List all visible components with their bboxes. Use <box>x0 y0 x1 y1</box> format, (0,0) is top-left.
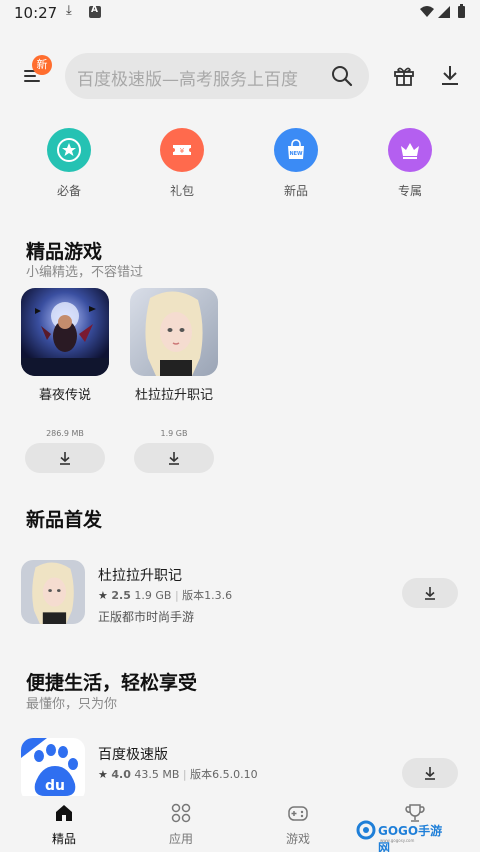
category-label: 新品 <box>283 184 308 198</box>
search-placeholder: 百度极速版—高考服务上百度 <box>77 70 298 90</box>
status-signal-battery-icons <box>418 4 468 24</box>
search-box[interactable]: 百度极速版—高考服务上百度 <box>65 53 369 99</box>
svg-text:¥: ¥ <box>180 147 185 155</box>
app-title[interactable]: 百度极速版 <box>98 744 168 764</box>
game-card[interactable]: 暮夜传说 <box>20 288 110 403</box>
download-icon <box>425 767 435 780</box>
category-exclusive[interactable]: 专属 <box>365 128 455 199</box>
app-version: 版本1.3.6 <box>182 589 233 602</box>
status-app-icon <box>89 5 101 18</box>
featured-subtitle: 小编精选，不容错过 <box>26 265 144 280</box>
app-meta: ★ 4.0 43.5 MB | 版本6.5.0.10 <box>98 768 258 781</box>
status-download-icon: ⤓ <box>66 3 72 18</box>
crown-icon <box>388 128 432 172</box>
game-size: 286.9 MB <box>46 429 84 438</box>
nav-item-apps[interactable]: 应用 <box>141 802 221 847</box>
category-label: 必备 <box>56 184 81 198</box>
star-icon <box>47 128 91 172</box>
nav-label: 精品 <box>51 832 76 846</box>
game-icon-muye <box>21 288 109 376</box>
nav-label: 应用 <box>168 832 193 846</box>
category-essentials[interactable]: 必备 <box>24 128 114 199</box>
app-description: 正版都市时尚手游 <box>98 610 195 624</box>
category-label: 专属 <box>397 184 422 198</box>
app-size: 43.5 MB <box>134 768 180 781</box>
download-icon <box>60 452 70 465</box>
home-icon <box>56 805 72 821</box>
app-meta: ★ 2.5 1.9 GB | 版本1.3.6 <box>98 589 233 602</box>
category-label: 礼包 <box>169 184 194 198</box>
gift-icon[interactable] <box>392 64 416 88</box>
watermark-logo: GOGO手游网 www.gogosy.com <box>356 816 452 852</box>
download-icon <box>169 452 179 465</box>
status-time: 10:27 <box>14 4 58 22</box>
nav-item-featured[interactable]: 精品 <box>24 802 104 847</box>
game-name: 杜拉拉升职记 <box>134 388 213 403</box>
new-badge: 新 <box>32 55 52 75</box>
watermark-icon <box>356 820 376 840</box>
app-icon-dulala[interactable] <box>21 560 85 624</box>
nav-item-games[interactable]: 游戏 <box>258 802 338 847</box>
star-icon: ★ <box>98 768 108 781</box>
category-gifts[interactable]: ¥ 礼包 <box>137 128 227 199</box>
app-size: 1.9 GB <box>134 589 172 602</box>
download-button[interactable] <box>402 578 458 608</box>
app-icon-baidu[interactable]: du <box>21 738 85 802</box>
star-icon: ★ <box>98 589 108 602</box>
game-name: 暮夜传说 <box>38 388 91 403</box>
game-card[interactable]: 杜拉拉升职记 <box>129 288 219 403</box>
app-rating: 4.0 <box>111 768 131 781</box>
nav-label: 游戏 <box>285 832 310 846</box>
watermark-sub: www.gogosy.com <box>380 838 415 843</box>
download-button[interactable] <box>402 758 458 788</box>
svg-text:du: du <box>45 778 65 794</box>
featured-title: 精品游戏 <box>26 241 103 263</box>
ticket-icon: ¥ <box>160 128 204 172</box>
life-title: 便捷生活，轻松享受 <box>26 672 198 694</box>
new-release-title: 新品首发 <box>26 509 103 531</box>
search-icon[interactable] <box>331 65 353 87</box>
download-button[interactable] <box>25 443 105 473</box>
download-icon <box>425 587 435 600</box>
watermark-text: GOGO手游网 <box>378 824 443 852</box>
app-rating: 2.5 <box>111 589 131 602</box>
svg-text:NEW: NEW <box>289 151 303 157</box>
download-button[interactable] <box>134 443 214 473</box>
app-version: 版本6.5.0.10 <box>190 768 258 781</box>
game-size: 1.9 GB <box>160 429 188 438</box>
category-new[interactable]: NEW 新品 <box>251 128 341 199</box>
game-icon-dulala <box>130 288 218 376</box>
app-title[interactable]: 杜拉拉升职记 <box>98 565 182 585</box>
gamepad-icon <box>288 806 308 821</box>
download-icon[interactable] <box>438 63 462 87</box>
apps-icon <box>171 803 191 823</box>
life-subtitle: 最懂你，只为你 <box>26 697 118 712</box>
status-bar: 10:27 ⤓ <box>0 0 480 26</box>
new-bag-icon: NEW <box>274 128 318 172</box>
